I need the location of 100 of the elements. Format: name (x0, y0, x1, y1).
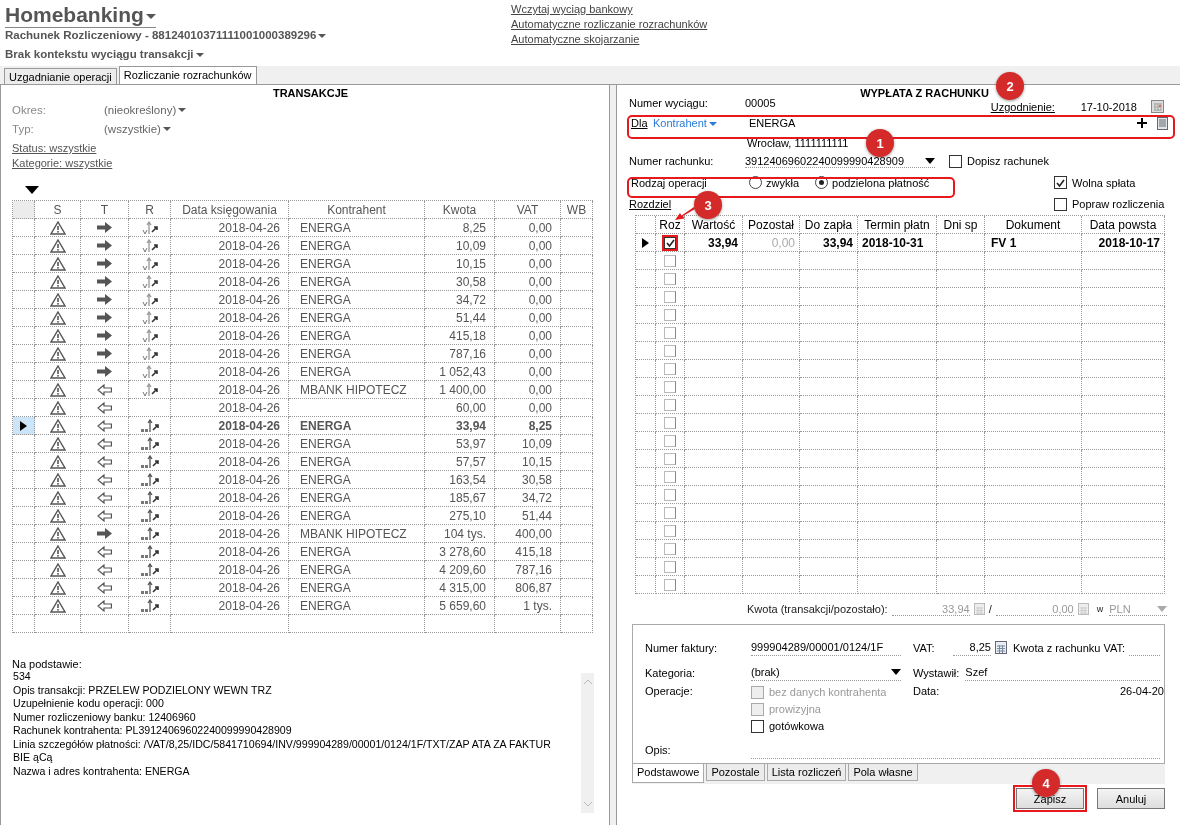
list-icon[interactable] (1157, 116, 1168, 130)
add-icon[interactable] (1137, 118, 1147, 128)
checkbox[interactable] (664, 326, 676, 339)
checkbox[interactable] (664, 434, 676, 447)
split-link[interactable]: Rozdziel (629, 198, 672, 210)
action-link[interactable]: Automatyczne skojarzanie (511, 33, 708, 45)
checkbox[interactable] (664, 344, 676, 357)
checkbox[interactable] (664, 236, 676, 249)
context-selector[interactable]: Brak kontekstu wyciągu transakcji (5, 48, 511, 60)
field-label: Data: (913, 685, 941, 697)
dialog-button[interactable]: Anuluj (1097, 788, 1165, 809)
checkbox[interactable] (664, 254, 676, 267)
checkbox[interactable] (664, 578, 676, 591)
action-link[interactable]: Wczytaj wyciąg bankowy (511, 3, 708, 15)
checkbox[interactable] (664, 524, 676, 537)
checkbox[interactable] (1054, 197, 1067, 211)
caret-icon[interactable] (925, 157, 935, 164)
radio-label[interactable]: zwykła (766, 176, 799, 189)
details-text: Rachunek kontrahenta: PL39124069602240099990428909 (13, 724, 292, 738)
app-title[interactable]: Homebanking (5, 3, 156, 28)
issuer-field[interactable]: Szef (965, 664, 1160, 681)
column-header[interactable]: Termin płatn (858, 216, 937, 234)
table-cell: ENERGA (289, 489, 425, 507)
checkbox[interactable] (664, 398, 676, 411)
calendar-icon[interactable] (1151, 99, 1164, 113)
tab[interactable]: Pozostale (706, 764, 765, 781)
tab[interactable]: Pola własne (848, 764, 918, 781)
column-header[interactable]: S (35, 201, 81, 219)
checkbox[interactable] (664, 542, 676, 555)
step-badge: 1 (866, 129, 894, 157)
column-header[interactable]: Do zapła (800, 216, 858, 234)
action-link[interactable]: Automatyczne rozliczanie rozrachunków (511, 18, 708, 30)
checkbox[interactable] (664, 506, 676, 519)
checkbox[interactable] (664, 380, 676, 393)
table-cell: ENERGA (289, 219, 425, 237)
calculator-icon[interactable] (995, 641, 1007, 654)
checkbox[interactable] (664, 308, 676, 321)
collapse-icon[interactable] (25, 186, 39, 194)
column-header[interactable]: Kontrahent (289, 201, 425, 219)
checkbox[interactable] (1054, 176, 1067, 189)
category-dropdown[interactable]: (brak) (751, 664, 901, 681)
checkbox[interactable] (664, 272, 676, 285)
column-header[interactable]: Dokument (985, 216, 1082, 234)
checkbox-label[interactable]: Dopisz rachunek (967, 155, 1049, 167)
checkbox[interactable] (664, 470, 676, 483)
table-cell: ENERGA (289, 435, 425, 453)
filter-dropdown[interactable]: (nieokreślony) (104, 103, 187, 116)
invoice-field[interactable]: 999904289/00001/0124/1F (751, 639, 901, 656)
checkbox[interactable] (664, 416, 676, 429)
column-header[interactable]: Pozostał (743, 216, 800, 234)
checkbox[interactable] (751, 719, 764, 733)
split-arrow-icon (140, 436, 159, 451)
table-cell (937, 252, 985, 270)
column-header[interactable]: Dni sp (937, 216, 985, 234)
filter-dropdown[interactable]: (wszystkie) (104, 122, 171, 135)
caret-icon[interactable] (891, 669, 901, 675)
row-selector[interactable] (636, 234, 656, 252)
table-cell (561, 309, 593, 327)
checkbox-label[interactable]: Popraw rozliczenia (1072, 198, 1180, 210)
column-header[interactable]: Kwota (425, 201, 495, 219)
tab[interactable]: Podstawowe (632, 764, 705, 783)
checkbox[interactable] (664, 290, 676, 303)
column-header[interactable]: VAT (495, 201, 561, 219)
arrow-left-icon (97, 563, 112, 576)
column-header[interactable]: Data księgowania (171, 201, 289, 219)
tab[interactable]: Lista rozliczeń (766, 764, 847, 781)
table-cell: 2018-04-26 (171, 309, 289, 327)
arrow-left-icon (97, 383, 112, 396)
row-selector[interactable] (13, 417, 35, 435)
checkbox[interactable] (949, 154, 962, 168)
scroll-down-icon[interactable] (582, 801, 593, 807)
splitter[interactable] (610, 85, 617, 825)
column-header[interactable]: R (129, 201, 171, 219)
field-label: Operacje: (645, 685, 694, 697)
column-header[interactable]: WB (561, 201, 593, 219)
scroll-up-icon[interactable] (582, 679, 593, 685)
warning-icon (49, 526, 66, 541)
account-selector[interactable]: Rachunek Rozliczeniowy - 88124010371111001000389296 (5, 29, 511, 41)
date-field[interactable]: 17-10-2018 (1080, 101, 1137, 113)
split-arrow-icon (141, 220, 158, 235)
tab[interactable]: Uzgadnianie operacji (4, 68, 117, 84)
date-field[interactable]: 26-04-20 (1119, 685, 1164, 697)
scrollbar[interactable] (581, 673, 594, 813)
checkbox[interactable] (664, 452, 676, 465)
vat-field[interactable]: 8,25 (953, 639, 991, 656)
column-header[interactable]: T (81, 201, 129, 219)
tab[interactable]: Rozliczanie rozrachunków (118, 66, 257, 84)
column-header[interactable]: Data powsta (1082, 216, 1165, 234)
table-cell (800, 288, 858, 306)
radio-label[interactable]: podzielona płatność (832, 176, 930, 189)
checkbox[interactable] (664, 488, 676, 501)
filter-label: Okres: (12, 103, 47, 116)
type-dropdown[interactable]: Kontrahent (653, 117, 749, 129)
filter-link[interactable]: Status: wszystkie (12, 142, 97, 154)
checkbox-label[interactable]: gotówkowa (769, 720, 825, 732)
checkbox[interactable] (664, 362, 676, 375)
contractor-field[interactable]: ENERGA (749, 117, 1137, 129)
filter-link[interactable]: Kategorie: wszystkie (12, 157, 113, 169)
checkbox[interactable] (664, 560, 676, 573)
checkbox-label[interactable]: Wolna spłata (1072, 176, 1180, 189)
